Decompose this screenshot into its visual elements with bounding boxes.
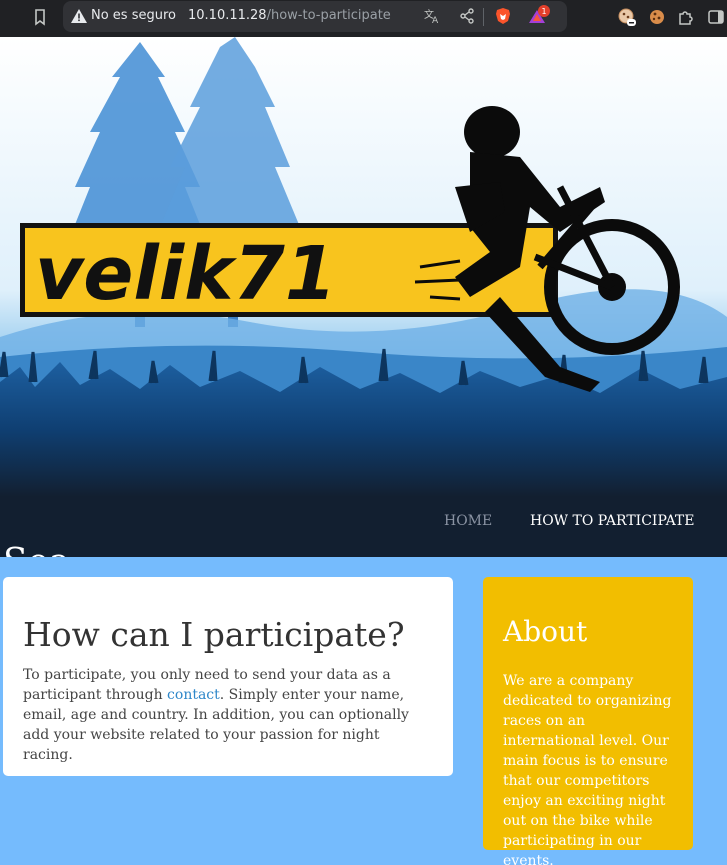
- about-text: We are a company dedicated to organizing…: [503, 673, 672, 865]
- address-bar[interactable]: No es seguro 10.10.11.28/how-to-particip…: [63, 1, 567, 32]
- nav-how-to-participate-link[interactable]: HOW TO PARTICIPATE: [530, 513, 694, 529]
- participate-text: To participate, you only need to send yo…: [23, 665, 433, 765]
- url-path: /how-to-participate: [266, 8, 391, 23]
- svg-text:A: A: [432, 16, 439, 25]
- participate-card: How can I participate? To participate, y…: [3, 577, 453, 776]
- url-text[interactable]: 10.10.11.28/how-to-participate: [188, 8, 391, 23]
- share-icon[interactable]: [458, 7, 476, 25]
- site-header: velik71 Sea: [0, 37, 727, 557]
- svg-text:1: 1: [541, 7, 546, 16]
- browser-toolbar: No es seguro 10.10.11.28/how-to-particip…: [0, 0, 727, 37]
- site-title[interactable]: Sea: [3, 542, 70, 557]
- page-title: How can I participate?: [23, 615, 405, 654]
- brave-shield-icon[interactable]: [494, 7, 512, 25]
- svg-text:velik71: velik71: [35, 231, 336, 317]
- notification-badge: 1: [538, 5, 550, 17]
- omnibox-divider: [483, 8, 484, 26]
- translate-icon[interactable]: 文 A: [423, 7, 441, 25]
- sidebar-icon[interactable]: [706, 7, 726, 27]
- url-host: 10.10.11.28: [188, 8, 267, 23]
- about-panel: About We are a company dedicated to orga…: [483, 577, 693, 865]
- about-title: About: [503, 615, 588, 648]
- puzzle-icon[interactable]: [676, 7, 696, 27]
- cookie-icon[interactable]: [647, 7, 667, 27]
- extension-cookie-icon[interactable]: [617, 7, 637, 27]
- hero-banner-image: velik71: [0, 37, 727, 497]
- nav-home-link[interactable]: HOME: [444, 513, 492, 529]
- contact-link[interactable]: contact: [167, 687, 220, 703]
- bookmark-icon[interactable]: [30, 7, 50, 27]
- security-label[interactable]: No es seguro: [91, 8, 176, 23]
- warning-icon[interactable]: [71, 9, 87, 23]
